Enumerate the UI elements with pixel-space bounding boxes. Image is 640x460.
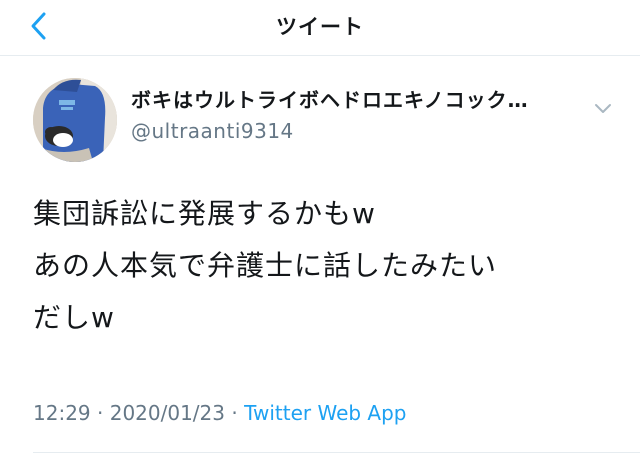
chevron-down-icon bbox=[595, 104, 611, 113]
tweet-detail-screen: ツイート ボキはウルトライボヘドロエキノコック… @ultraanti9314 bbox=[0, 0, 640, 460]
meta-separator: · bbox=[90, 401, 110, 425]
meta-separator: · bbox=[225, 401, 245, 425]
tweet-date: 2020/01/23 bbox=[109, 401, 225, 425]
avatar[interactable] bbox=[33, 78, 117, 162]
tweet-text-line: 集団訴訟に発展するかもw bbox=[33, 197, 376, 230]
page-title: ツイート bbox=[276, 15, 364, 39]
tweet-text-line: だしw bbox=[33, 301, 115, 334]
tweet-text: 集団訴訟に発展するかもw あの人本気で弁護士に話したみたい だしw bbox=[33, 188, 623, 344]
author-username[interactable]: @ultraanti9314 bbox=[131, 119, 294, 143]
tweet-text-line: あの人本気で弁護士に話したみたい bbox=[33, 249, 498, 282]
tweet-author: ボキはウルトライボヘドロエキノコック… @ultraanti9314 bbox=[0, 56, 640, 176]
top-navigation-bar: ツイート bbox=[0, 0, 640, 56]
avatar-image bbox=[33, 78, 117, 162]
tweet-menu-button[interactable] bbox=[588, 94, 618, 124]
tweet-source-link[interactable]: Twitter Web App bbox=[244, 401, 406, 425]
author-display-name[interactable]: ボキはウルトライボヘドロエキノコック… bbox=[131, 84, 571, 113]
tweet-time: 12:29 bbox=[33, 401, 91, 425]
tweet-metadata: 12:29 · 2020/01/23 · Twitter Web App bbox=[33, 401, 407, 425]
divider bbox=[33, 452, 640, 453]
